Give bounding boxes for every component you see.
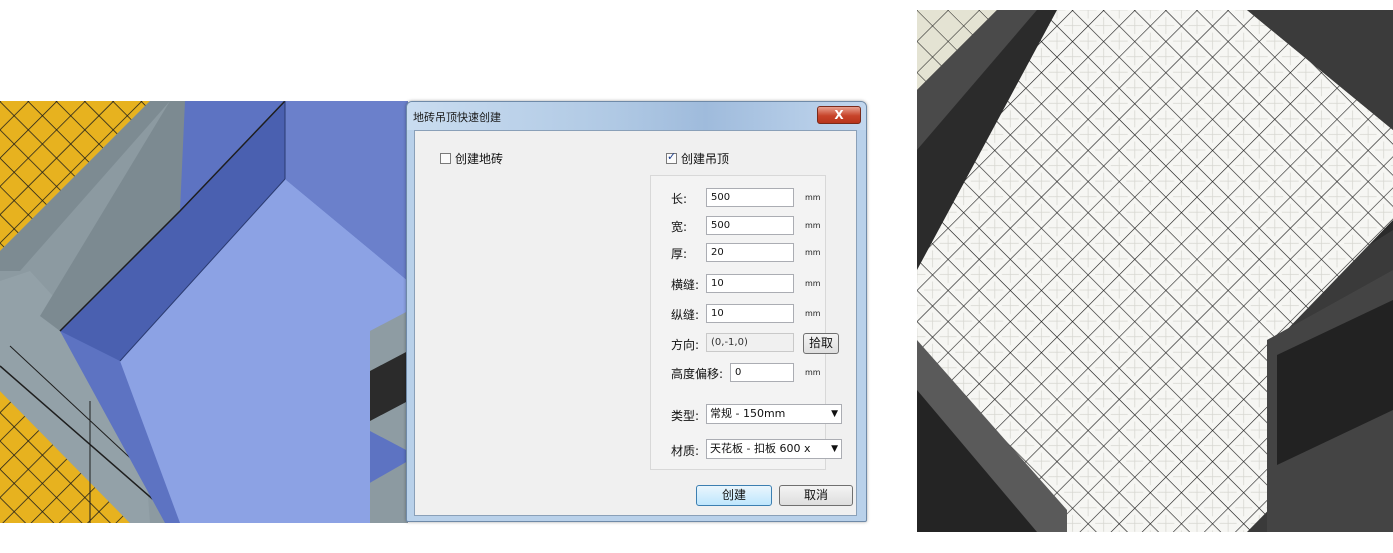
- create-button[interactable]: 创建: [696, 485, 772, 506]
- width-input[interactable]: 500: [706, 216, 794, 235]
- create-floor-label: 创建地砖: [455, 152, 504, 166]
- v-gap-input[interactable]: 10: [706, 304, 794, 323]
- direction-value: (0,-1,0): [706, 333, 794, 352]
- left-viewport-scene: [0, 101, 408, 523]
- right-viewport-scene: [917, 10, 1393, 532]
- h-gap-label: 横缝:: [671, 278, 700, 292]
- ceiling-settings-group: 长: 500 mm 宽: 500 mm 厚: 20 mm 横缝: 10 mm 纵…: [650, 175, 842, 470]
- dialog-titlebar[interactable]: 地砖吊顶快速创建 X: [407, 102, 866, 130]
- width-unit: mm: [805, 221, 821, 230]
- length-label: 长:: [671, 192, 688, 206]
- chevron-down-icon: ▼: [831, 444, 838, 454]
- close-icon: X: [834, 108, 844, 122]
- create-ceiling-label: 创建吊顶: [681, 152, 730, 166]
- h-gap-unit: mm: [805, 279, 821, 288]
- offset-unit: mm: [805, 368, 821, 377]
- pick-direction-button[interactable]: 拾取: [803, 333, 839, 354]
- material-label: 材质:: [671, 444, 700, 458]
- create-floor-checkbox[interactable]: 创建地砖: [440, 150, 503, 167]
- close-button[interactable]: X: [817, 106, 861, 124]
- chevron-down-icon: ▼: [831, 409, 838, 419]
- material-dropdown[interactable]: 天花板 - 扣板 600 x ▼: [706, 439, 842, 459]
- quick-create-dialog: 地砖吊顶快速创建 X 创建地砖 创建吊顶 长: 500 mm 宽: 500 mm…: [406, 101, 867, 522]
- width-label: 宽:: [671, 220, 688, 234]
- thickness-label: 厚:: [671, 247, 688, 261]
- offset-input[interactable]: 0: [730, 363, 794, 382]
- create-ceiling-checkbox-box[interactable]: [666, 150, 677, 164]
- thickness-input[interactable]: 20: [706, 243, 794, 262]
- v-gap-label: 纵缝:: [671, 308, 700, 322]
- type-label: 类型:: [671, 409, 700, 423]
- create-ceiling-checkbox[interactable]: 创建吊顶: [666, 150, 729, 167]
- dialog-title: 地砖吊顶快速创建: [413, 111, 501, 124]
- type-dropdown[interactable]: 常规 - 150mm ▼: [706, 404, 842, 424]
- cancel-button[interactable]: 取消: [779, 485, 853, 506]
- direction-label: 方向:: [671, 338, 700, 352]
- h-gap-input[interactable]: 10: [706, 274, 794, 293]
- thickness-unit: mm: [805, 248, 821, 257]
- offset-label: 高度偏移:: [671, 367, 724, 381]
- left-3d-viewport[interactable]: [0, 101, 408, 523]
- right-3d-viewport[interactable]: [917, 10, 1393, 532]
- create-floor-checkbox-box[interactable]: [440, 153, 451, 164]
- dialog-client-area: 创建地砖 创建吊顶 长: 500 mm 宽: 500 mm 厚: 20 mm 横…: [414, 130, 857, 516]
- length-input[interactable]: 500: [706, 188, 794, 207]
- v-gap-unit: mm: [805, 309, 821, 318]
- material-dropdown-value: 天花板 - 扣板 600 x: [710, 442, 811, 455]
- length-unit: mm: [805, 193, 821, 202]
- type-dropdown-value: 常规 - 150mm: [710, 407, 786, 420]
